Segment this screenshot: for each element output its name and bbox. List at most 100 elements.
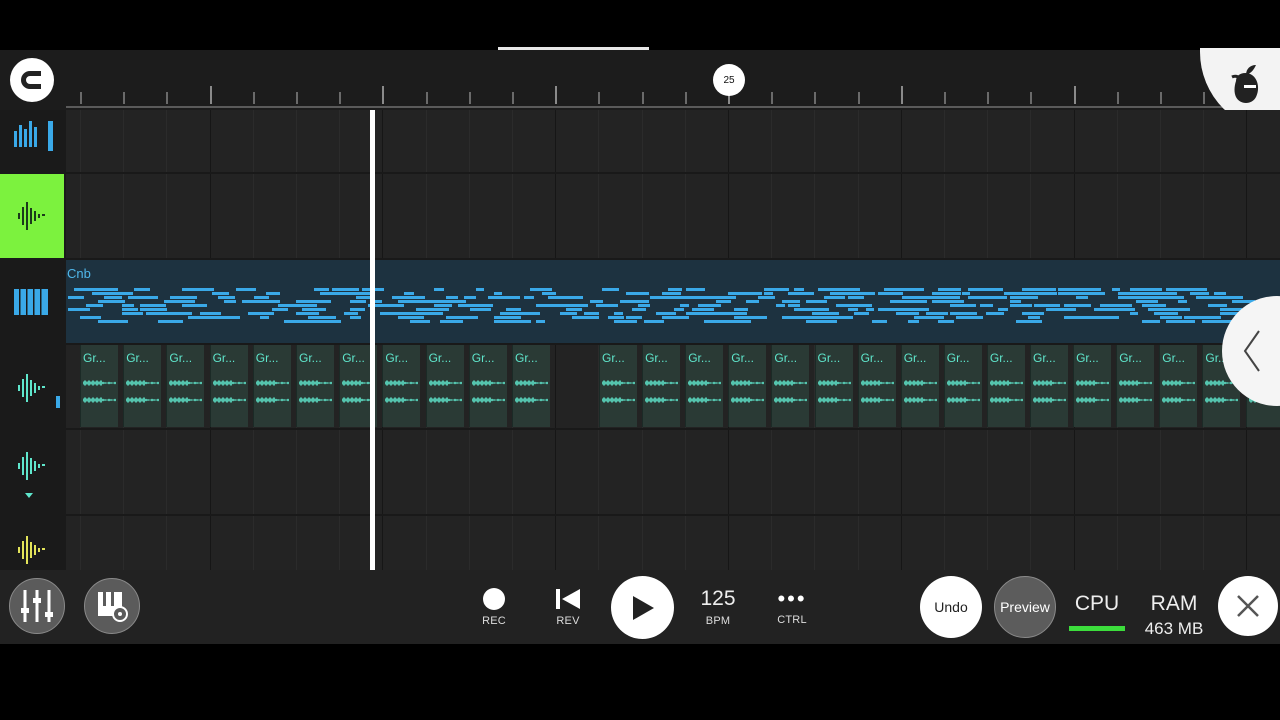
audio-clip-label: Gr... xyxy=(731,351,754,365)
pattern-note xyxy=(290,304,317,307)
pattern-note xyxy=(926,316,944,319)
audio-clip[interactable]: Gr... xyxy=(425,345,464,427)
pattern-note xyxy=(1202,316,1221,319)
audio-clip[interactable]: Gr... xyxy=(1159,345,1198,427)
audio-clip[interactable]: Gr... xyxy=(1073,345,1112,427)
pattern-note xyxy=(956,316,983,319)
piano-settings-button[interactable] xyxy=(84,578,140,634)
cpu-meter xyxy=(1069,626,1125,631)
pattern-note xyxy=(1040,292,1057,295)
audio-clip[interactable]: Gr... xyxy=(252,345,291,427)
playhead[interactable] xyxy=(370,110,375,570)
audio-clip[interactable]: Gr... xyxy=(728,345,767,427)
play-button[interactable] xyxy=(611,576,674,639)
pattern-note xyxy=(1220,296,1243,299)
pattern-note xyxy=(722,296,736,299)
track-icons-panel xyxy=(0,110,66,570)
track-piano[interactable] xyxy=(0,260,64,344)
pattern-note xyxy=(494,316,521,319)
audio-clip-label: Gr... xyxy=(1119,351,1142,365)
pattern-note xyxy=(650,296,676,299)
audio-clip[interactable]: Gr... xyxy=(814,345,853,427)
audio-clip[interactable]: Gr... xyxy=(468,345,507,427)
pattern-note xyxy=(68,296,84,299)
audio-waveform xyxy=(602,397,635,403)
audio-clip[interactable]: Gr... xyxy=(382,345,421,427)
audio-clip[interactable]: Gr... xyxy=(209,345,248,427)
audio-waveform xyxy=(645,397,678,403)
audio-clip[interactable]: Gr... xyxy=(80,345,118,427)
rev-label: REV xyxy=(556,615,580,627)
audio-clip[interactable]: Gr... xyxy=(296,345,334,427)
playlist-grid[interactable]: Cnb Gr... Gr... Gr... Gr... Gr... Gr... Gr... G… xyxy=(66,110,1280,570)
audio-clip-label: Gr... xyxy=(645,351,668,365)
ruler-tick xyxy=(987,92,990,104)
ctrl-label: CTRL xyxy=(777,614,807,626)
rec-button[interactable]: REC xyxy=(459,570,529,644)
bottom-bezel xyxy=(0,644,1280,720)
pattern-note xyxy=(1010,304,1032,307)
waveform-icon xyxy=(18,374,45,402)
pattern-note xyxy=(1088,288,1101,291)
pattern-note xyxy=(968,312,977,315)
audio-waveform xyxy=(1119,380,1152,386)
pattern-note xyxy=(200,316,211,319)
pattern-note xyxy=(218,296,235,299)
audio-clip[interactable]: Gr... xyxy=(1116,345,1155,427)
audio-clip[interactable]: Gr... xyxy=(900,345,939,427)
audio-clip[interactable]: Gr... xyxy=(599,345,637,427)
bar-marker[interactable]: 25 xyxy=(713,64,745,96)
ruler-tick xyxy=(1073,86,1076,104)
audio-clip[interactable]: Gr... xyxy=(123,345,162,427)
pattern-note xyxy=(794,288,804,291)
bottom-toolbar: REC REV 125 BPM ••• CTRL Undo Preview CP… xyxy=(0,570,1280,644)
pattern-note xyxy=(1064,304,1091,307)
pattern-note xyxy=(200,312,221,315)
audio-waveform xyxy=(471,380,505,386)
bpm-control[interactable]: 125 BPM xyxy=(683,570,753,644)
pattern-note xyxy=(158,320,183,323)
pattern-note xyxy=(350,316,361,319)
close-button[interactable] xyxy=(1218,576,1278,636)
pattern-note xyxy=(434,304,452,307)
track-audio-2[interactable] xyxy=(0,346,64,430)
audio-clip[interactable]: Gr... xyxy=(166,345,205,427)
track-audio-4[interactable] xyxy=(0,530,64,570)
pattern-clip-cnb[interactable]: Cnb xyxy=(66,260,1280,343)
audio-clip[interactable]: Gr... xyxy=(986,345,1025,427)
ruler-tick xyxy=(296,92,298,104)
ctrl-button[interactable]: ••• CTRL xyxy=(757,570,827,644)
undo-button[interactable]: Undo xyxy=(920,576,982,638)
audio-clip[interactable]: Gr... xyxy=(512,345,550,427)
pattern-note xyxy=(902,308,929,311)
pattern-note xyxy=(116,320,128,323)
audio-clip[interactable]: Gr... xyxy=(642,345,681,427)
pattern-note xyxy=(848,308,858,311)
track-audio-selected[interactable] xyxy=(0,174,64,258)
pattern-note xyxy=(74,308,90,311)
rev-button[interactable]: REV xyxy=(533,570,603,644)
audio-clip[interactable]: Gr... xyxy=(1030,345,1068,427)
audio-clip-label: Gr... xyxy=(385,351,409,365)
snap-magnet-button[interactable] xyxy=(10,58,54,102)
pattern-note xyxy=(434,288,444,291)
preview-button[interactable]: Preview xyxy=(994,576,1056,638)
mixer-button[interactable] xyxy=(9,578,65,634)
audio-clip[interactable]: Gr... xyxy=(943,345,982,427)
audio-clip[interactable]: Gr... xyxy=(771,345,810,427)
audio-clip[interactable]: Gr... xyxy=(857,345,896,427)
pattern-note xyxy=(668,316,689,319)
audio-waveform xyxy=(515,397,548,403)
audio-waveform xyxy=(212,380,246,386)
pattern-note xyxy=(356,308,365,311)
pattern-note xyxy=(908,320,919,323)
pattern-note xyxy=(890,292,901,295)
audio-clip[interactable]: Gr... xyxy=(685,345,724,427)
timeline-ruler[interactable]: 25 xyxy=(0,50,1280,110)
chevron-down-icon xyxy=(25,493,33,498)
pattern-note xyxy=(1160,296,1184,299)
track-pattern[interactable] xyxy=(0,110,64,158)
audio-clip-label: Gr... xyxy=(989,351,1013,365)
track-audio-3[interactable] xyxy=(0,432,64,516)
pattern-note xyxy=(860,292,875,295)
